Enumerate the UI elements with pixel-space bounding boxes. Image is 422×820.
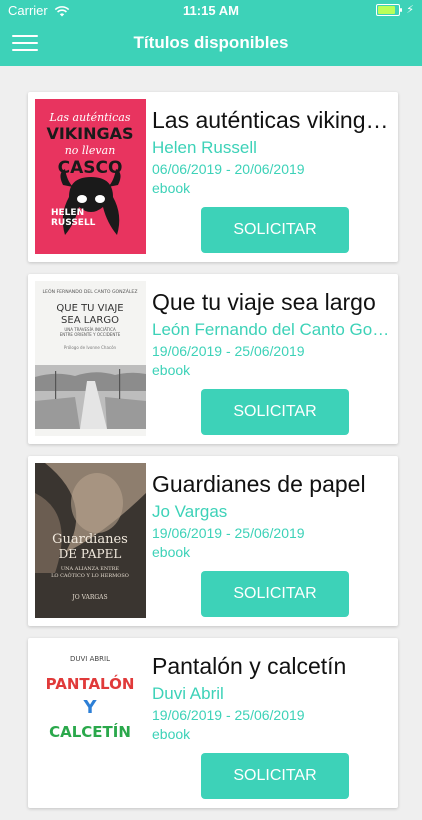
book-cover[interactable]: DUVI ABRIL PANTALÓN Y CALCETÍN bbox=[35, 645, 146, 800]
book-author: Duvi Abril bbox=[152, 684, 224, 703]
book-card: LEÓN FERNANDO DEL CANTO GONZÁLEZ QUE TU … bbox=[28, 274, 398, 444]
page-title: Títulos disponibles bbox=[133, 33, 289, 52]
svg-text:UNA ALIANZA ENTRE: UNA ALIANZA ENTRE bbox=[61, 566, 119, 572]
loan-dates: 19/06/2019 - 25/06/2019 bbox=[152, 707, 305, 723]
request-button[interactable]: SOLICITAR bbox=[201, 753, 349, 799]
book-info: Guardianes de papel Jo Vargas 19/06/2019… bbox=[152, 470, 390, 560]
book-cover[interactable]: Las auténticas VIKINGAS no llevan CASCO … bbox=[35, 99, 146, 254]
loan-dates: 06/06/2019 - 20/06/2019 bbox=[152, 161, 305, 177]
book-format: ebook bbox=[152, 180, 191, 196]
svg-text:Prólogo de Ivonne Chacón: Prólogo de Ivonne Chacón bbox=[64, 345, 117, 350]
book-info: Pantalón y calcetín Duvi Abril 19/06/201… bbox=[152, 652, 390, 742]
book-title: Guardianes de papel bbox=[152, 471, 366, 497]
status-right: ⚡ bbox=[376, 3, 414, 16]
svg-text:CASCO: CASCO bbox=[58, 158, 123, 178]
status-bar: Carrier 11:15 AM ⚡ bbox=[0, 0, 422, 22]
book-cover[interactable]: Guardianes DE PAPEL UNA ALIANZA ENTRE LO… bbox=[35, 463, 146, 618]
svg-text:Las auténticas: Las auténticas bbox=[49, 111, 131, 124]
app-header: Carrier 11:15 AM ⚡ Títulos disponibles bbox=[0, 0, 422, 66]
book-card: Las auténticas VIKINGAS no llevan CASCO … bbox=[28, 92, 398, 262]
request-button[interactable]: SOLICITAR bbox=[201, 389, 349, 435]
svg-text:RUSSELL: RUSSELL bbox=[51, 218, 96, 228]
book-title: Pantalón y calcetín bbox=[152, 653, 347, 679]
book-format: ebook bbox=[152, 544, 191, 560]
request-button[interactable]: SOLICITAR bbox=[201, 571, 349, 617]
nav-bar: Títulos disponibles bbox=[0, 22, 422, 66]
book-card: Guardianes DE PAPEL UNA ALIANZA ENTRE LO… bbox=[28, 456, 398, 626]
svg-text:HELEN: HELEN bbox=[51, 208, 84, 218]
battery-icon bbox=[376, 3, 403, 16]
book-info: Las auténticas vikingas no llevan casco … bbox=[152, 106, 390, 196]
book-author: Helen Russell bbox=[152, 138, 257, 157]
loan-dates: 19/06/2019 - 25/06/2019 bbox=[152, 525, 305, 541]
book-title: Las auténticas vikingas no llevan casco bbox=[152, 107, 390, 133]
svg-text:JO VARGAS: JO VARGAS bbox=[71, 594, 107, 601]
svg-text:no llevan: no llevan bbox=[65, 144, 116, 157]
book-format: ebook bbox=[152, 726, 191, 742]
book-cover[interactable]: LEÓN FERNANDO DEL CANTO GONZÁLEZ QUE TU … bbox=[35, 281, 146, 436]
loan-dates: 19/06/2019 - 25/06/2019 bbox=[152, 343, 305, 359]
svg-text:ENTRE ORIENTE Y OCCIDENTE: ENTRE ORIENTE Y OCCIDENTE bbox=[60, 332, 121, 337]
book-author: León Fernando del Canto González bbox=[152, 320, 390, 339]
book-info: Que tu viaje sea largo León Fernando del… bbox=[152, 288, 390, 378]
svg-text:QUE TU VIAJE: QUE TU VIAJE bbox=[56, 303, 123, 314]
book-list: Las auténticas VIKINGAS no llevan CASCO … bbox=[28, 92, 398, 820]
svg-text:CALCETÍN: CALCETÍN bbox=[49, 722, 131, 741]
charging-icon: ⚡ bbox=[406, 4, 414, 16]
svg-text:Guardianes: Guardianes bbox=[52, 532, 128, 547]
book-card: DUVI ABRIL PANTALÓN Y CALCETÍN Pantalón … bbox=[28, 638, 398, 808]
book-format: ebook bbox=[152, 362, 191, 378]
svg-text:DUVI ABRIL: DUVI ABRIL bbox=[70, 655, 110, 663]
svg-text:LEÓN FERNANDO DEL CANTO GONZÁL: LEÓN FERNANDO DEL CANTO GONZÁLEZ bbox=[43, 288, 138, 295]
request-button[interactable]: SOLICITAR bbox=[201, 207, 349, 253]
svg-text:DE PAPEL: DE PAPEL bbox=[59, 547, 122, 561]
svg-text:LO CAÓTICO Y LO HERMOSO: LO CAÓTICO Y LO HERMOSO bbox=[51, 571, 129, 579]
svg-text:SEA LARGO: SEA LARGO bbox=[61, 315, 119, 326]
svg-text:PANTALÓN: PANTALÓN bbox=[46, 674, 135, 693]
svg-text:VIKINGAS: VIKINGAS bbox=[46, 124, 133, 143]
book-author: Jo Vargas bbox=[152, 502, 228, 521]
book-title: Que tu viaje sea largo bbox=[152, 289, 376, 315]
clock: 11:15 AM bbox=[183, 3, 239, 18]
svg-text:Y: Y bbox=[82, 697, 97, 718]
